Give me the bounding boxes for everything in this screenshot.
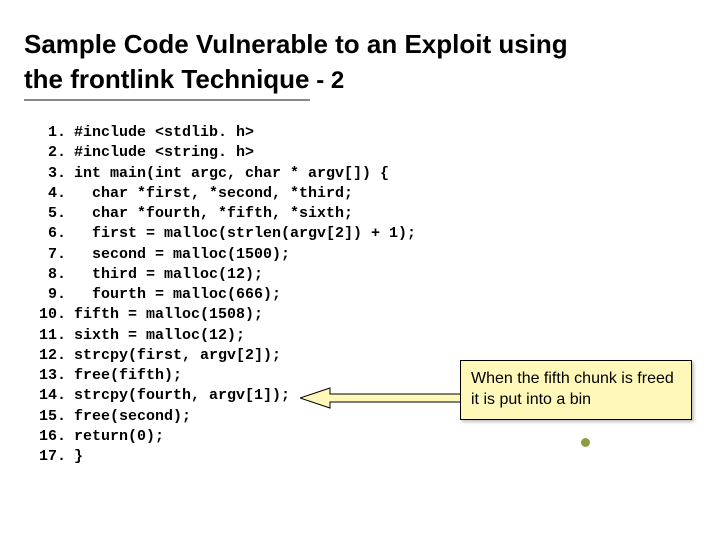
callout-box: When the fifth chunk is freed it is put … (460, 360, 692, 420)
bullet-dot-icon (581, 438, 590, 447)
code-line: 8. third = malloc(12); (24, 265, 696, 285)
code-line: 10.fifth = malloc(1508); (24, 305, 696, 325)
line-number: 4. (24, 184, 74, 204)
line-number: 8. (24, 265, 74, 285)
line-number: 9. (24, 285, 74, 305)
line-number: 6. (24, 224, 74, 244)
line-number: 7. (24, 245, 74, 265)
code-text: first = malloc(strlen(argv[2]) + 1); (74, 224, 416, 244)
slide-title-underlined: the frontlink Technique (24, 63, 310, 102)
code-line: 11.sixth = malloc(12); (24, 326, 696, 346)
slide-title-line2: the frontlink Technique - 2 (24, 63, 696, 102)
code-text: fifth = malloc(1508); (74, 305, 263, 325)
code-line: 16.return(0); (24, 427, 696, 447)
code-text: char *first, *second, *third; (74, 184, 353, 204)
code-line: 1.#include <stdlib. h> (24, 123, 696, 143)
code-text: char *fourth, *fifth, *sixth; (74, 204, 353, 224)
line-number: 3. (24, 164, 74, 184)
code-line: 6. first = malloc(strlen(argv[2]) + 1); (24, 224, 696, 244)
line-number: 1. (24, 123, 74, 143)
code-line: 2.#include <string. h> (24, 143, 696, 163)
slide-title-suffix: - 2 (310, 67, 345, 94)
code-text: free(second); (74, 407, 191, 427)
code-text: fourth = malloc(666); (74, 285, 281, 305)
code-text: strcpy(first, argv[2]); (74, 346, 281, 366)
code-text: int main(int argc, char * argv[]) { (74, 164, 389, 184)
line-number: 15. (24, 407, 74, 427)
line-number: 13. (24, 366, 74, 386)
code-text: return(0); (74, 427, 164, 447)
line-number: 16. (24, 427, 74, 447)
code-line: 9. fourth = malloc(666); (24, 285, 696, 305)
code-text: free(fifth); (74, 366, 182, 386)
code-text: #include <string. h> (74, 143, 254, 163)
line-number: 5. (24, 204, 74, 224)
line-number: 17. (24, 447, 74, 467)
code-text: strcpy(fourth, argv[1]); (74, 386, 290, 406)
line-number: 10. (24, 305, 74, 325)
code-text: } (74, 447, 83, 467)
line-number: 2. (24, 143, 74, 163)
code-text: sixth = malloc(12); (74, 326, 245, 346)
code-text: #include <stdlib. h> (74, 123, 254, 143)
line-number: 11. (24, 326, 74, 346)
code-line: 7. second = malloc(1500); (24, 245, 696, 265)
code-line: 17.} (24, 447, 696, 467)
code-line: 3.int main(int argc, char * argv[]) { (24, 164, 696, 184)
code-line: 4. char *first, *second, *third; (24, 184, 696, 204)
line-number: 14. (24, 386, 74, 406)
code-text: third = malloc(12); (74, 265, 263, 285)
callout-arrow (300, 378, 480, 418)
code-line: 5. char *fourth, *fifth, *sixth; (24, 204, 696, 224)
slide-title-line1: Sample Code Vulnerable to an Exploit usi… (24, 28, 696, 61)
line-number: 12. (24, 346, 74, 366)
code-text: second = malloc(1500); (74, 245, 290, 265)
